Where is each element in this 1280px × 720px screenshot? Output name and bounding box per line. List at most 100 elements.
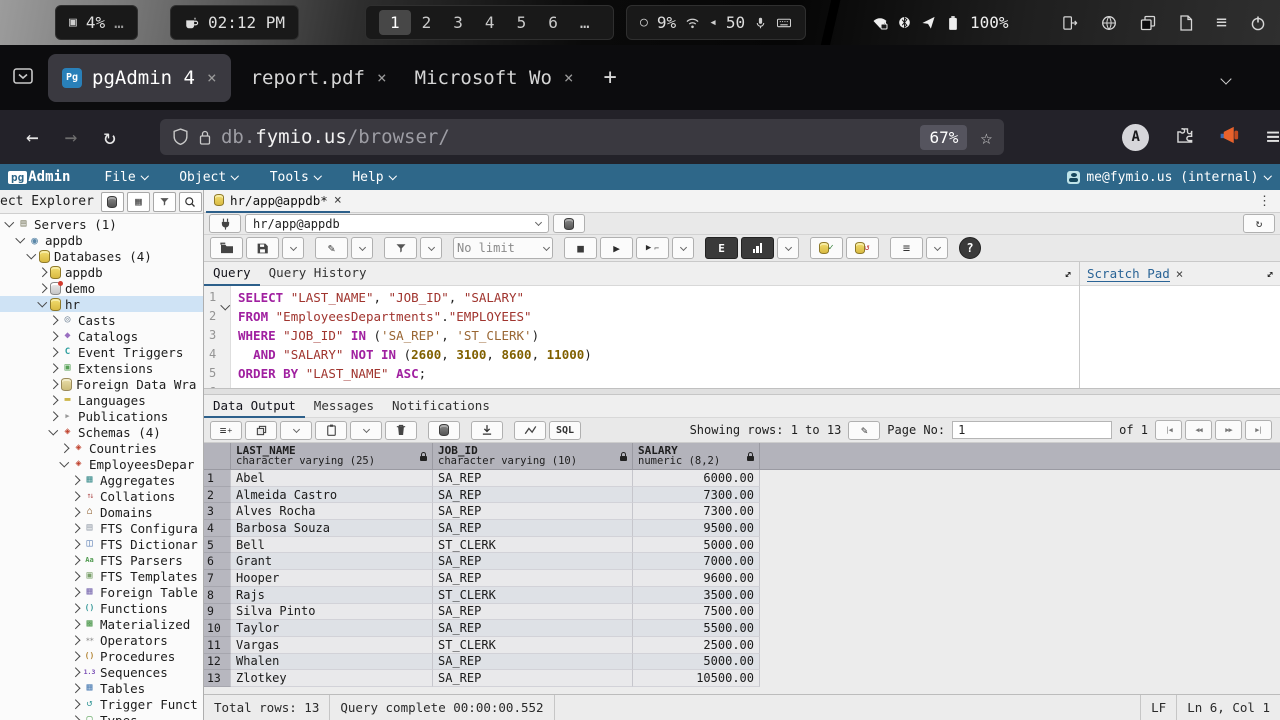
tree-item-trigger-funct[interactable]: Trigger Funct — [0, 696, 203, 712]
workspace-2[interactable]: 2 — [411, 10, 443, 35]
connection-status-button[interactable] — [209, 214, 241, 233]
power-icon[interactable] — [1250, 15, 1266, 31]
tab-messages[interactable]: Messages — [305, 394, 383, 418]
column-header-job-id[interactable]: JOB_IDcharacter varying (10) — [433, 443, 633, 469]
tree-item-publications[interactable]: Publications — [0, 408, 203, 424]
browser-tab-3[interactable]: Microsoft Wo× — [401, 54, 588, 102]
tree-item-foreign-table[interactable]: Foreign Table — [0, 584, 203, 600]
row-number[interactable]: 13 — [204, 670, 231, 687]
cell-salary[interactable]: 7500.00 — [633, 604, 760, 621]
commit-button[interactable]: ✓ — [810, 237, 843, 259]
cell-salary[interactable]: 7000.00 — [633, 553, 760, 570]
cpu-indicator[interactable]: ▣ 4% … — [55, 5, 138, 40]
account-menu[interactable]: me@fymio.us (internal) — [1067, 170, 1270, 185]
tree-item-appdb[interactable]: appdb — [0, 232, 203, 248]
chevron-down-icon[interactable] — [36, 302, 48, 306]
lock-icon[interactable] — [198, 129, 212, 146]
chevron-right-icon[interactable] — [47, 381, 59, 388]
tree-item-domains[interactable]: Domains — [0, 504, 203, 520]
cell-salary[interactable]: 7300.00 — [633, 487, 760, 504]
cell-job-id[interactable]: SA_REP — [433, 503, 633, 520]
tab-data-output[interactable]: Data Output — [204, 394, 305, 418]
tab-close-icon[interactable]: × — [205, 68, 217, 87]
row-number[interactable]: 9 — [204, 604, 231, 621]
workspace-6[interactable]: 6 — [537, 10, 569, 35]
system-metrics[interactable]: ○ 9% ◂ 50 — [626, 5, 806, 40]
refresh-layout-button[interactable]: ↻ — [1243, 214, 1275, 233]
table-row[interactable]: 6GrantSA_REP7000.00 — [204, 553, 1280, 570]
tree-item-functions[interactable]: Functions — [0, 600, 203, 616]
cell-salary[interactable]: 5500.00 — [633, 620, 760, 637]
row-number[interactable]: 3 — [204, 503, 231, 520]
tab-query-history[interactable]: Query History — [260, 261, 376, 286]
search-icon[interactable] — [179, 192, 202, 212]
select-all-cell[interactable] — [204, 443, 231, 469]
row-number[interactable]: 4 — [204, 520, 231, 537]
tree-item-appdb[interactable]: appdb — [0, 264, 203, 280]
row-number[interactable]: 1 — [204, 470, 231, 487]
chevron-right-icon[interactable] — [47, 333, 59, 340]
save-data-button[interactable] — [428, 421, 460, 440]
bookmark-star-icon[interactable]: ☆ — [976, 125, 992, 149]
tree-item-event-triggers[interactable]: Event Triggers — [0, 344, 203, 360]
tree-item-schemas-4[interactable]: Schemas (4) — [0, 424, 203, 440]
cell-last-name[interactable]: Bell — [231, 537, 433, 554]
open-file-button[interactable] — [210, 237, 243, 259]
cell-last-name[interactable]: Abel — [231, 470, 433, 487]
table-row[interactable]: 12WhalenSA_REP5000.00 — [204, 654, 1280, 671]
menu-file[interactable]: File — [104, 170, 147, 185]
table-row[interactable]: 2Almeida CastroSA_REP7300.00 — [204, 487, 1280, 504]
graph-visualizer-button[interactable] — [514, 421, 546, 440]
zoom-level-badge[interactable]: 67% — [920, 125, 967, 150]
tree-item-employeesdepar[interactable]: EmployeesDepar — [0, 456, 203, 472]
execute-options-chevron[interactable] — [672, 237, 694, 259]
cell-salary[interactable]: 6000.00 — [633, 470, 760, 487]
tree-item-tables[interactable]: Tables — [0, 680, 203, 696]
back-button[interactable]: ← — [26, 125, 39, 149]
menu-object[interactable]: Object — [179, 170, 237, 185]
chevron-right-icon[interactable] — [69, 557, 81, 564]
cell-job-id[interactable]: SA_REP — [433, 553, 633, 570]
workspace-5[interactable]: 5 — [506, 10, 538, 35]
chevron-right-icon[interactable] — [69, 701, 81, 708]
execute-button[interactable]: ▶ — [600, 237, 633, 259]
tab-query-tool-session[interactable]: hr/app@appdb* × — [206, 189, 350, 213]
chevron-down-icon[interactable] — [3, 222, 15, 226]
cell-last-name[interactable]: Taylor — [231, 620, 433, 637]
tree-item-catalogs[interactable]: Catalogs — [0, 328, 203, 344]
cell-job-id[interactable]: SA_REP — [433, 620, 633, 637]
address-bar[interactable]: db.fymio.us/browser/ 67% ☆ — [160, 119, 1004, 155]
cell-job-id[interactable]: SA_REP — [433, 604, 633, 621]
workspace-1[interactable]: 1 — [379, 10, 411, 35]
cell-last-name[interactable]: Hooper — [231, 570, 433, 587]
menu-tools[interactable]: Tools — [270, 170, 321, 185]
first-page-button[interactable]: |◀ — [1155, 420, 1182, 440]
workspace-4[interactable]: 4 — [474, 10, 506, 35]
document-icon[interactable] — [1179, 15, 1193, 31]
reload-button[interactable]: ↻ — [103, 125, 116, 149]
download-button[interactable] — [471, 421, 503, 440]
cell-job-id[interactable]: SA_REP — [433, 470, 633, 487]
row-number[interactable]: 2 — [204, 487, 231, 504]
cell-last-name[interactable]: Alves Rocha — [231, 503, 433, 520]
cell-last-name[interactable]: Zlotkey — [231, 670, 433, 687]
cell-salary[interactable]: 3500.00 — [633, 587, 760, 604]
workspace-3[interactable]: 3 — [442, 10, 474, 35]
tab-query[interactable]: Query — [204, 261, 260, 286]
chevron-down-icon[interactable] — [58, 462, 70, 466]
edit-range-button[interactable]: ✎ — [848, 421, 880, 440]
chevron-right-icon[interactable] — [69, 653, 81, 660]
menu-help[interactable]: Help — [352, 170, 395, 185]
table-row[interactable]: 13ZlotkeySA_REP10500.00 — [204, 670, 1280, 687]
tree-item-servers-1[interactable]: Servers (1) — [0, 216, 203, 232]
tree-item-languages[interactable]: Languages — [0, 392, 203, 408]
connect-server-button[interactable] — [101, 192, 124, 212]
chevron-right-icon[interactable] — [36, 285, 48, 292]
tree-item-countries[interactable]: Countries — [0, 440, 203, 456]
close-icon[interactable]: × — [334, 193, 342, 208]
expand-panel-icon[interactable]: ↔ — [1262, 266, 1277, 281]
cell-job-id[interactable]: SA_REP — [433, 570, 633, 587]
scratch-pad-title[interactable]: Scratch Pad — [1087, 266, 1170, 282]
copy-icon[interactable] — [1140, 15, 1156, 31]
cell-salary[interactable]: 9500.00 — [633, 520, 760, 537]
